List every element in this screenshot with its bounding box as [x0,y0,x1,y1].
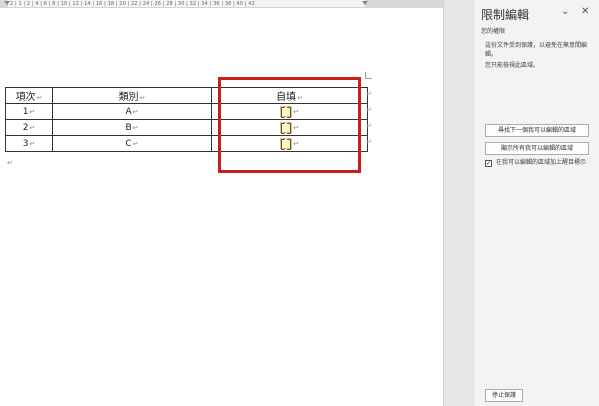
right-indent-marker-icon[interactable] [362,1,368,5]
cell-marker-icon: ↵ [132,123,139,132]
cell-marker-icon: ↵ [293,124,299,132]
row-category: B [125,122,132,133]
cell-marker-icon: ↵ [29,139,36,148]
horizontal-ruler[interactable]: 2 | 1 | 2 | 4 | 6 | 8 | 10 | 12 | 14 | 1… [0,0,443,8]
cell-editable[interactable]: ↵ [211,103,368,120]
ruler-right-margin [365,0,443,7]
row-end-marker-icon: ↵ [366,138,372,146]
permissions-heading: 您的權限 [481,28,506,35]
row-end-marker-icon: ↵ [366,106,372,114]
cell-number[interactable]: 1↵ [5,103,53,120]
editable-region[interactable] [280,122,293,134]
cell-marker-icon: ↵ [293,108,299,116]
editable-region[interactable] [280,138,293,150]
cell-category[interactable]: A↵ [52,103,212,120]
data-table: 項次↵ 類別↵ 自填↵ 1↵ A↵ ↵ 2↵ B↵ ↵ 3↵ C↵ ↵ [5,87,368,152]
restrict-editing-pane: 限制編輯 ⌄ ✕ 您的權限 這份文件受到保護，以避免在無意間編輯。 您只能檢視此… [473,0,599,406]
row-number: 3 [22,138,29,149]
cell-marker-icon: ↵ [29,123,36,132]
cell-marker-icon: ↵ [293,140,299,148]
table-row: 1↵ A↵ ↵ [5,103,368,120]
read-only-message: 您只能檢視此區域。 [485,62,540,69]
table-header-row: 項次↵ 類別↵ 自填↵ [5,87,368,104]
cell-category[interactable]: C↵ [52,135,212,152]
header-cell-self-fill[interactable]: 自填↵ [211,87,368,104]
highlight-checkbox[interactable]: ✓ [485,160,492,167]
row-category: C [125,138,132,149]
table-row: 2↵ B↵ ↵ [5,119,368,136]
stop-protection-button[interactable]: 停止保護 [485,389,523,402]
header-cell-number[interactable]: 項次↵ [5,87,53,104]
row-end-marker-icon: ↵ [366,122,372,130]
document-area: 項次↵ 類別↵ 自填↵ 1↵ A↵ ↵ 2↵ B↵ ↵ 3↵ C↵ ↵ ↵ ↵ … [0,8,443,406]
cell-marker-icon: ↵ [36,94,43,102]
header-label: 自填 [276,92,297,103]
row-category: A [125,106,132,117]
indent-marker-icon[interactable] [4,1,10,5]
cell-marker-icon: ↵ [132,139,139,148]
margin-corner-mark [365,72,372,79]
row-number: 1 [22,106,29,117]
cell-marker-icon: ↵ [132,107,139,116]
cell-editable[interactable]: ↵ [211,135,368,152]
row-end-marker-icon: ↵ [366,90,372,98]
header-label: 類別 [118,92,139,103]
highlight-checkbox-label: 在我可以編輯的區域加上醒目標示 [496,159,587,166]
table-row: 3↵ C↵ ↵ [5,135,368,152]
pane-splitter[interactable] [443,0,473,406]
cell-marker-icon: ↵ [297,94,303,102]
cell-marker-icon: ↵ [139,94,146,102]
find-next-region-button[interactable]: 尋找下一個我可以編輯的區域 [485,124,589,137]
pane-title: 限制編輯 [481,8,530,22]
ruler-ticks: 2 | 1 | 2 | 4 | 6 | 8 | 10 | 12 | 14 | 1… [10,1,255,7]
close-icon[interactable]: ✕ [581,6,589,17]
cell-editable[interactable]: ↵ [211,119,368,136]
header-cell-category[interactable]: 類別↵ [52,87,212,104]
show-all-regions-button[interactable]: 顯示所有我可以編輯的區域 [485,142,589,155]
protection-message: 這份文件受到保護，以避免在無意間編輯。 [485,42,588,58]
word-window: 2 | 1 | 2 | 4 | 6 | 8 | 10 | 12 | 14 | 1… [0,0,599,406]
cell-number[interactable]: 3↵ [5,135,53,152]
row-number: 2 [22,122,29,133]
chevron-down-icon[interactable]: ⌄ [561,6,569,17]
editable-region[interactable] [280,106,293,118]
document-page[interactable]: 項次↵ 類別↵ 自填↵ 1↵ A↵ ↵ 2↵ B↵ ↵ 3↵ C↵ ↵ ↵ ↵ … [0,8,443,406]
cell-marker-icon: ↵ [29,107,36,116]
cell-category[interactable]: B↵ [52,119,212,136]
paragraph-mark-icon: ↵ [7,159,13,167]
header-label: 項次 [15,92,36,103]
cell-number[interactable]: 2↵ [5,119,53,136]
